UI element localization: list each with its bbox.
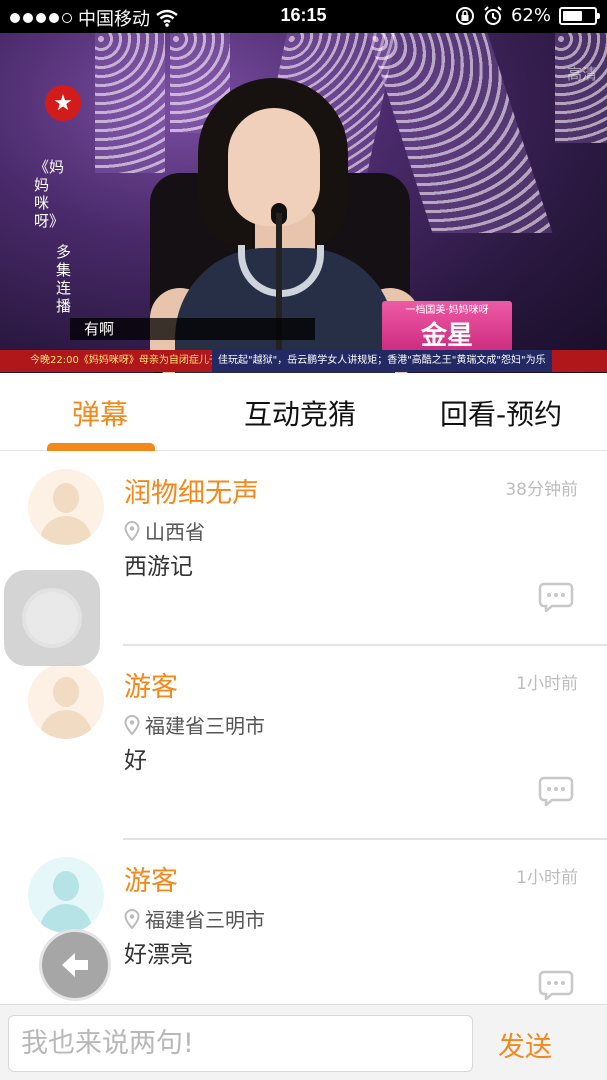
status-right: 62% (455, 5, 600, 26)
comment-time: 1小时前 (516, 674, 578, 694)
comment-item: 游客 1小时前 福建省三明市 好 (0, 646, 607, 840)
location-pin-icon (124, 714, 140, 735)
comment-text: 西游记 (124, 554, 193, 580)
comment-username: 游客 (124, 866, 178, 897)
rotation-lock-icon (455, 6, 474, 25)
comment-input-bar: 发送 (0, 1004, 607, 1080)
reply-bubble-icon[interactable] (538, 970, 574, 1000)
microphone-stand (276, 213, 282, 363)
reply-bubble-icon[interactable] (538, 776, 574, 806)
tab-bar: 弹幕 互动竞猜 回看-预约 (0, 373, 607, 451)
video-player[interactable]: ★ 高清 《妈妈咪呀》 多集连播 有啊 一档国美·妈妈咪呀 金星 今晚22:00… (0, 33, 607, 373)
tab-interactive-quiz[interactable]: 互动竞猜 (244, 393, 356, 433)
comment-text: 好漂亮 (124, 942, 193, 968)
judge-nameplate: 一档国美·妈妈咪呀 金星 (382, 301, 512, 353)
comment-location-text: 福建省三明市 (145, 714, 265, 738)
nameplate-name: 金星 (420, 321, 473, 351)
comment-list[interactable]: 润物细无声 38分钟前 山西省 西游记 游客 1小时前 福建省三明市 好 游客 … (0, 452, 607, 1005)
program-subtitle-vertical: 多集连播 (56, 243, 72, 315)
assistive-touch-button[interactable] (4, 570, 100, 666)
comment-time: 38分钟前 (505, 480, 578, 500)
location-pin-icon (124, 908, 140, 929)
location-pin-icon (124, 520, 140, 541)
user-avatar[interactable] (28, 857, 104, 933)
status-bar: 中国移动 16:15 62% (0, 0, 607, 33)
ticker-news: 佳玩起"越狱"，岳云鹏学女人讲规矩；香港"高酷之王"黄瑞文成"怨妇"为乐 (212, 350, 552, 372)
comment-location-text: 山西省 (145, 520, 205, 544)
comment-location: 福建省三明市 (124, 904, 265, 933)
comment-location-text: 福建省三明市 (145, 908, 265, 932)
stage-crystal-decoration (95, 33, 165, 173)
user-avatar[interactable] (28, 469, 104, 545)
battery-icon (559, 6, 600, 25)
hd-label: 高清 (566, 65, 597, 83)
comment-username: 游客 (124, 672, 178, 703)
comment-username: 润物细无声 (124, 478, 259, 509)
tv-channel-logo: ★ (45, 85, 81, 121)
user-avatar[interactable] (28, 663, 104, 739)
reply-bubble-icon[interactable] (538, 582, 574, 612)
send-button[interactable]: 发送 (498, 1025, 552, 1064)
comment-location: 福建省三明市 (124, 710, 265, 739)
stage-crystal-decoration (555, 33, 607, 143)
battery-percent: 62% (510, 5, 551, 26)
program-title-vertical: 《妈妈咪呀》 (34, 158, 65, 230)
back-arrow-icon (62, 953, 88, 977)
news-ticker: 今晚22:00《妈妈咪呀》母亲为自闭症儿子歌唱 佳玩起"越狱"，岳云鹏学女人讲规… (0, 350, 607, 372)
nameplate-show-label: 一档国美·妈妈咪呀 (405, 305, 489, 316)
comment-text: 好 (124, 748, 147, 774)
back-button[interactable] (39, 929, 111, 1001)
tab-danmaku[interactable]: 弹幕 (72, 393, 128, 433)
active-tab-indicator (47, 443, 155, 451)
comment-input[interactable] (8, 1015, 473, 1072)
tab-replay-reservation[interactable]: 回看-预约 (440, 393, 562, 433)
comment-time: 1小时前 (516, 868, 578, 888)
comment-location: 山西省 (124, 516, 205, 545)
video-caption: 有啊 (70, 318, 315, 340)
ticker-promo: 今晚22:00《妈妈咪呀》母亲为自闭症儿子歌唱 (30, 355, 239, 366)
alarm-icon (484, 5, 502, 25)
